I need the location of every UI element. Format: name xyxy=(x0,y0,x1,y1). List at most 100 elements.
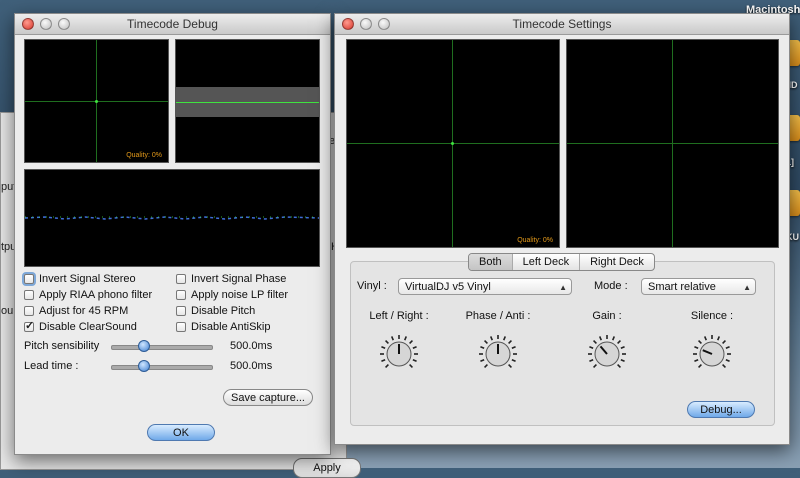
quality-label: Quality: 0% xyxy=(126,152,162,159)
right-deck-scope xyxy=(566,39,779,248)
lead-time-label: Lead time : xyxy=(24,360,79,372)
apply-riaa-checkbox[interactable]: Apply RIAA phono filter xyxy=(24,289,152,301)
knob-tick xyxy=(384,364,389,369)
timecode-settings-window: Timecode Settings Quality: 0% Both Left … xyxy=(334,13,790,445)
invert-signal-phase-checkbox[interactable]: Invert Signal Phase xyxy=(176,273,286,285)
checkbox-box[interactable] xyxy=(176,290,186,300)
disable-pitch-checkbox[interactable]: Disable Pitch xyxy=(176,305,255,317)
disable-clearsound-checkbox[interactable]: Disable ClearSound xyxy=(24,319,137,333)
vinyl-select-value: VirtualDJ v5 Vinyl xyxy=(405,281,491,293)
knob-tick xyxy=(409,364,414,369)
checkbox-box[interactable] xyxy=(24,290,34,300)
minimize-icon[interactable] xyxy=(40,18,52,30)
zoom-icon[interactable] xyxy=(378,18,390,30)
debug-button[interactable]: Debug... xyxy=(687,401,755,418)
checkbox-label: Disable Pitch xyxy=(191,305,256,317)
checkbox-box[interactable] xyxy=(176,274,186,284)
checkbox-label: Disable ClearSound xyxy=(39,321,137,333)
checkbox-box[interactable] xyxy=(176,306,186,316)
checkbox-box[interactable] xyxy=(176,322,186,332)
deck-tabs: Both Left Deck Right Deck xyxy=(468,253,655,271)
window-title: Timecode Debug xyxy=(127,17,218,31)
checkbox-label: Apply RIAA phono filter xyxy=(39,289,153,301)
knob-tick xyxy=(703,336,707,341)
knob-tick xyxy=(511,345,516,349)
knob-tick xyxy=(725,359,730,363)
knob-tick xyxy=(620,359,625,363)
mode-select[interactable]: Smart relative ▲ xyxy=(641,278,756,295)
knob-tick xyxy=(697,339,702,344)
debug-titlebar[interactable]: Timecode Debug xyxy=(15,14,330,35)
save-capture-button[interactable]: Save capture... xyxy=(223,389,313,406)
lead-time-thumb[interactable] xyxy=(138,360,150,372)
apply-noise-lp-checkbox[interactable]: Apply noise LP filter xyxy=(176,289,288,301)
vinyl-label: Vinyl : xyxy=(357,280,387,292)
knob-tick xyxy=(612,336,616,341)
checkbox-label: Apply noise LP filter xyxy=(191,289,289,301)
knob-tick xyxy=(508,339,513,344)
pitch-sensibility-thumb[interactable] xyxy=(138,340,150,352)
knob-tick xyxy=(384,339,389,344)
left-deck-scope: Quality: 0% xyxy=(346,39,560,248)
scope-gridline xyxy=(567,143,778,144)
knob-tick xyxy=(722,364,727,369)
knob-tick xyxy=(412,345,417,349)
silence-knob[interactable] xyxy=(692,334,732,374)
knob-tick xyxy=(717,336,721,341)
knob-tick xyxy=(725,345,730,349)
knob-tick xyxy=(617,364,622,369)
knob-tick xyxy=(412,359,417,363)
close-icon[interactable] xyxy=(342,18,354,30)
close-icon[interactable] xyxy=(22,18,34,30)
silence-knob-label: Silence : xyxy=(690,310,734,322)
knob-tick xyxy=(508,364,513,369)
tab-both[interactable]: Both xyxy=(469,254,513,270)
knob-tick xyxy=(381,345,386,349)
apply-button[interactable]: Apply xyxy=(293,458,361,478)
zoom-icon[interactable] xyxy=(58,18,70,30)
knob-tick xyxy=(694,345,699,349)
signal-dot xyxy=(451,142,454,145)
level-scope xyxy=(175,39,320,163)
xy-scope: Quality: 0% xyxy=(24,39,169,163)
checkbox-label: Adjust for 45 RPM xyxy=(39,305,129,317)
knob-tick xyxy=(694,359,699,363)
invert-signal-stereo-checkbox[interactable]: Invert Signal Stereo xyxy=(24,273,136,285)
knob-tick xyxy=(409,339,414,344)
disable-antiskip-checkbox[interactable]: Disable AntiSkip xyxy=(176,321,271,333)
knob-tick xyxy=(483,364,488,369)
lead-time-slider[interactable] xyxy=(111,365,213,370)
left-right-knob-label: Left / Right : xyxy=(369,310,429,322)
lead-time-value: 500.0ms xyxy=(230,360,273,372)
knob-tick xyxy=(404,336,408,341)
checkbox-box[interactable] xyxy=(24,306,34,316)
phase-anti-knob[interactable] xyxy=(478,334,518,374)
checkbox-box[interactable] xyxy=(24,274,34,284)
mode-select-value: Smart relative xyxy=(648,281,716,293)
gain-knob[interactable] xyxy=(587,334,627,374)
knob-tick xyxy=(697,364,702,369)
signal-dot xyxy=(95,100,98,103)
checkbox-box[interactable] xyxy=(24,319,34,332)
left-right-knob[interactable] xyxy=(379,334,419,374)
vinyl-select[interactable]: VirtualDJ v5 Vinyl ▲ xyxy=(398,278,572,295)
knob-tick xyxy=(617,339,622,344)
ok-button[interactable]: OK xyxy=(147,424,215,441)
tab-left-deck[interactable]: Left Deck xyxy=(513,254,581,270)
knob-tick xyxy=(620,345,625,349)
adjust-45-rpm-checkbox[interactable]: Adjust for 45 RPM xyxy=(24,305,128,317)
knob-tick xyxy=(592,339,597,344)
knob-tick xyxy=(480,359,485,363)
settings-titlebar[interactable]: Timecode Settings xyxy=(335,14,789,35)
knob-tick xyxy=(503,336,507,341)
knob-tick xyxy=(592,364,597,369)
pitch-sensibility-slider[interactable] xyxy=(111,345,213,350)
knob-tick xyxy=(589,359,594,363)
knob-tick xyxy=(483,339,488,344)
tab-right-deck[interactable]: Right Deck xyxy=(580,254,654,270)
quality-label: Quality: 0% xyxy=(517,237,553,244)
knob-tick xyxy=(511,359,516,363)
updown-arrows-icon: ▲ xyxy=(559,283,567,292)
knob-tick xyxy=(722,339,727,344)
minimize-icon[interactable] xyxy=(360,18,372,30)
